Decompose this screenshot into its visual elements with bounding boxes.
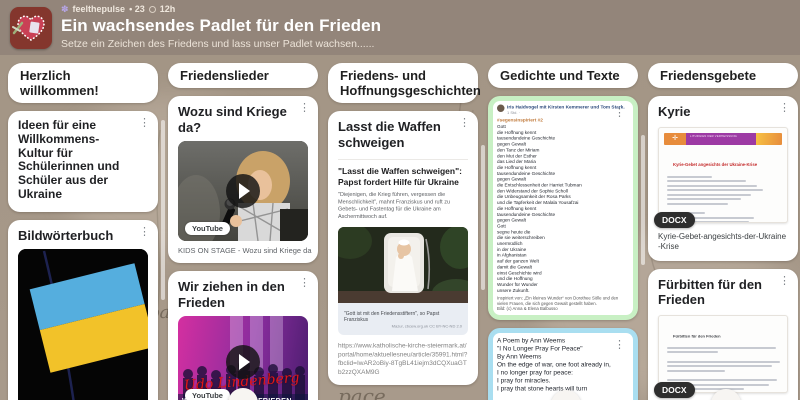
facebook-avatar xyxy=(497,105,505,113)
board-age: 12h xyxy=(160,4,176,15)
scrollbar-thumb[interactable] xyxy=(161,120,165,300)
board-header: feelthepulse • 23 12h Ein wachsendes Pad… xyxy=(0,0,800,55)
clock-icon xyxy=(149,6,156,13)
scrollbar-thumb[interactable] xyxy=(641,135,645,265)
facebook-timestamp: 1 Std. · xyxy=(507,111,625,116)
ukraine-flag-image[interactable]: tueftelakademie.de xyxy=(18,249,148,400)
kebab-menu-icon[interactable] xyxy=(139,118,150,129)
article-description: "Diejenigen, die Krieg führen, vergessen… xyxy=(338,191,468,220)
section-header[interactable]: Friedens- und Hoffnungsgeschichten xyxy=(328,63,478,103)
post-card-fuerbitten[interactable]: Fürbitten für den Frieden Fürbitten für … xyxy=(648,269,798,400)
poem-text: Gott die Hoffnung kennt tausendundeine G… xyxy=(497,124,629,294)
document-preview[interactable]: Fürbitten für den Frieden DOCX xyxy=(658,315,788,393)
document-title: Kyrie-Gebet angesichts der Ukraine-Krise xyxy=(673,162,788,167)
play-icon[interactable] xyxy=(226,174,260,208)
kebab-menu-icon[interactable] xyxy=(299,103,310,114)
section-header[interactable]: Gedichte und Texte xyxy=(488,63,638,88)
section-herzlich-willkommen: Herzlich willkommen! Ideen für eine Will… xyxy=(8,63,158,400)
pope-francis-image xyxy=(338,227,468,303)
post-title: Wozu sind Kriege da? xyxy=(168,96,318,139)
post-title: Fürbitten für den Frieden xyxy=(648,269,798,312)
kebab-menu-icon[interactable] xyxy=(779,103,790,114)
post-caption: KIDS ON STAGE - Wozu sind Kriege da xyxy=(168,241,318,263)
play-icon[interactable] xyxy=(226,345,260,379)
docx-chip[interactable]: DOCX xyxy=(654,212,695,228)
heart-lights-image xyxy=(10,7,52,49)
banner-text: LITURGIEN DER VERHEISSUNG xyxy=(690,135,737,138)
poem-text: A Poem by Ann Weems "I No Longer Pray Fo… xyxy=(497,337,629,393)
author-name: feelthepulse xyxy=(73,4,126,15)
board-title: Ein wachsendes Padlet für den Frieden xyxy=(61,15,381,36)
section-header[interactable]: Friedenslieder xyxy=(168,63,318,88)
section-gedichte-und-texte: Gedichte und Texte Iris Haidvogel mit Ki… xyxy=(488,63,638,400)
section-friedenslieder: Friedenslieder Wozu sind Kriege da? xyxy=(168,63,318,400)
post-title: Bildwörterbuch xyxy=(8,220,158,248)
youtube-chip[interactable]: YouTube xyxy=(185,222,230,235)
post-card-facebook-poem[interactable]: Iris Haidvogel mit Kirsten Kemmerer und … xyxy=(488,96,638,320)
plus-icon: ✛ xyxy=(664,133,686,145)
board-subtitle: Setze ein Zeichen des Friedens und lass … xyxy=(61,38,381,51)
article-headline: "Lasst die Waffen schweigen": Papst ford… xyxy=(338,166,468,188)
post-title: Wir ziehen in den Frieden xyxy=(168,271,318,314)
board-canvas: mir paz paix pace Herzlich willkommen! I… xyxy=(0,55,800,400)
poem-attribution: Inspiriert von: „Ein kleines Wunder“ von… xyxy=(497,296,629,312)
board-avatar xyxy=(10,7,52,49)
youtube-chip[interactable]: YouTube xyxy=(185,389,230,400)
video-thumbnail-girl-singing[interactable]: YouTube xyxy=(178,141,308,241)
kebab-menu-icon[interactable] xyxy=(299,278,310,289)
section-friedensgeschichten: Friedens- und Hoffnungsgeschichten Lasst… xyxy=(328,63,478,400)
section-header[interactable]: Friedensgebete xyxy=(648,63,798,88)
contributor-count: • 23 xyxy=(129,4,145,15)
sparkle-icon xyxy=(61,4,69,15)
kebab-menu-icon[interactable] xyxy=(779,276,790,287)
sun-graphic xyxy=(756,133,782,145)
document-banner: ✛ LITURGIEN DER VERHEISSUNG xyxy=(664,133,782,145)
post-title: Ideen für eine Willkommens-Kultur für Sc… xyxy=(8,111,158,206)
docx-chip[interactable]: DOCX xyxy=(654,382,695,398)
image-credit: Mazur, cbcew.org.uk CC BY-NC-ND 2.0 xyxy=(344,324,462,329)
post-title: Kyrie xyxy=(648,96,798,124)
divider xyxy=(338,159,468,160)
post-card-bildwoerterbuch[interactable]: Bildwörterbuch tueftelakademie.de Bilder… xyxy=(8,220,158,400)
document-preview[interactable]: ✛ LITURGIEN DER VERHEISSUNG Kyrie-Gebet … xyxy=(658,127,788,223)
post-card-ideen[interactable]: Ideen für eine Willkommens-Kultur für Sc… xyxy=(8,111,158,212)
post-card-wozu-kriege[interactable]: Wozu sind Kriege da? xyxy=(168,96,318,263)
board-meta: feelthepulse • 23 12h xyxy=(61,4,381,15)
scrollbar-thumb[interactable] xyxy=(481,145,485,290)
kebab-menu-icon[interactable] xyxy=(139,227,150,238)
attachment-filename: Kyrie-Gebet-angesichts-der-Ukraine-Krise xyxy=(648,223,798,261)
ukraine-flag-art xyxy=(18,249,148,400)
section-friedensgebete: Friedensgebete Kyrie ✛ LITURGIEN DER VER… xyxy=(648,63,798,400)
section-header[interactable]: Herzlich willkommen! xyxy=(8,63,158,103)
post-card-waffen-schweigen[interactable]: Lasst die Waffen schweigen "Lasst die Wa… xyxy=(328,111,478,385)
document-title: Fürbitten für den Frieden xyxy=(673,334,788,339)
article-url-link[interactable]: https://www.katholische-kirche-steiermar… xyxy=(338,341,468,376)
kebab-menu-icon[interactable] xyxy=(459,118,470,129)
facebook-author: Iris Haidvogel mit Kirsten Kemmerer und … xyxy=(507,105,625,111)
post-card-wir-ziehen[interactable]: Wir ziehen in den Frieden xyxy=(168,271,318,400)
post-title: Lasst die Waffen schweigen xyxy=(328,111,478,154)
article-link-preview[interactable]: "Gott ist mit den Friedensstiftern", so … xyxy=(338,227,468,335)
image-caption: "Gott ist mit den Friedensstiftern", so … xyxy=(344,311,462,323)
post-card-kyrie[interactable]: Kyrie ✛ LITURGIEN DER VERHEISSUNG Kyrie-… xyxy=(648,96,798,261)
